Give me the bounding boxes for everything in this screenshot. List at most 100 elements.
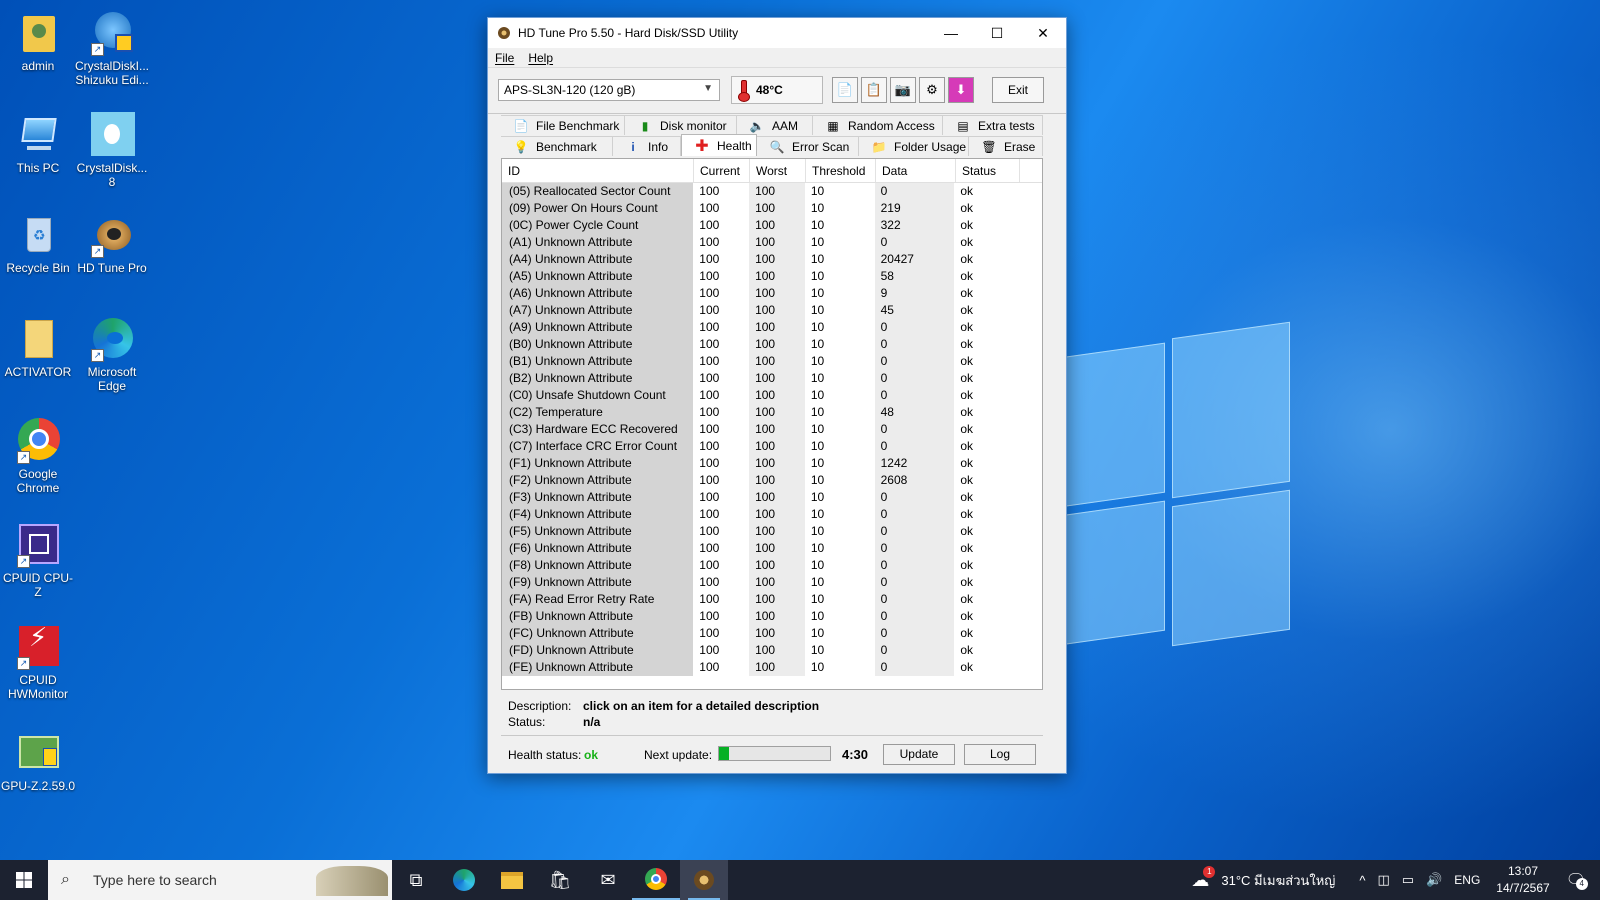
- table-row[interactable]: (A6) Unknown Attribute 100 100 10 9 ok: [502, 285, 1042, 302]
- cell-worst: 100: [749, 438, 805, 455]
- table-row[interactable]: (A9) Unknown Attribute 100 100 10 0 ok: [502, 319, 1042, 336]
- table-row[interactable]: (F4) Unknown Attribute 100 100 10 0 ok: [502, 506, 1042, 523]
- table-row[interactable]: (F3) Unknown Attribute 100 100 10 0 ok: [502, 489, 1042, 506]
- taskbar-mail-button[interactable]: ✉: [584, 860, 632, 900]
- table-row[interactable]: (A7) Unknown Attribute 100 100 10 45 ok: [502, 302, 1042, 319]
- table-row[interactable]: (A5) Unknown Attribute 100 100 10 58 ok: [502, 268, 1042, 285]
- maximize-button[interactable]: ☐: [974, 18, 1020, 48]
- minimize-button[interactable]: —: [928, 18, 974, 48]
- cell-threshold: 10: [810, 354, 825, 368]
- column-header-current[interactable]: Current: [694, 159, 750, 182]
- update-button[interactable]: Update: [883, 744, 955, 765]
- desktop-icon-cpuid-cpu-z[interactable]: ↗ CPUID CPU-Z: [0, 522, 76, 599]
- language-indicator[interactable]: ENG: [1454, 873, 1480, 887]
- column-header-threshold[interactable]: Threshold: [806, 159, 876, 182]
- tab-erase[interactable]: 🗑 Erase: [969, 136, 1043, 156]
- weather-text[interactable]: 31°C มีเมฆส่วนใหญ่: [1221, 870, 1335, 891]
- column-header-worst[interactable]: Worst: [750, 159, 806, 182]
- drive-select[interactable]: APS-SL3N-120 (120 gB) ▼: [498, 79, 720, 101]
- weather-cloud-icon[interactable]: ☁ 1: [1191, 865, 1216, 891]
- table-row[interactable]: (F8) Unknown Attribute 100 100 10 0 ok: [502, 557, 1042, 574]
- desktop-icon-activator[interactable]: ACTIVATOR: [0, 316, 76, 379]
- cell-current: 100: [699, 575, 720, 589]
- column-header-id[interactable]: ID: [502, 159, 694, 182]
- taskbar-chrome-button[interactable]: [632, 860, 680, 900]
- table-row[interactable]: (F5) Unknown Attribute 100 100 10 0 ok: [502, 523, 1042, 540]
- desktop-icon-this-pc[interactable]: This PC: [0, 112, 76, 175]
- taskbar-file-explorer-button[interactable]: [488, 860, 536, 900]
- desktop-icon-cpuid-hwmonitor[interactable]: ⚡ ↗ CPUID HWMonitor: [0, 624, 76, 701]
- meet-now-icon[interactable]: ◫: [1378, 872, 1390, 888]
- desktop-icon-crystaldiskinfo-shizuku[interactable]: ↗ CrystalDiskI... Shizuku Edi...: [74, 10, 150, 87]
- hd-tune-icon: [694, 870, 714, 890]
- tab-disk-monitor[interactable]: ▮ Disk monitor: [625, 115, 737, 135]
- clock[interactable]: 13:07 14/7/2567: [1496, 863, 1549, 897]
- table-row[interactable]: (FD) Unknown Attribute 100 100 10 0 ok: [502, 642, 1042, 659]
- task-view-button[interactable]: ⧉: [392, 860, 440, 900]
- shortcut-arrow-icon: ↗: [91, 43, 104, 56]
- tab-extra-tests[interactable]: ▤ Extra tests: [943, 115, 1043, 135]
- chevron-up-icon[interactable]: ^: [1359, 873, 1365, 888]
- speaker-icon: 🔈: [749, 118, 765, 133]
- taskbar-edge-button[interactable]: [440, 860, 488, 900]
- tab-info[interactable]: i Info: [613, 136, 681, 156]
- desktop-icon-crystaldiskmark[interactable]: CrystalDisk... 8: [74, 112, 150, 189]
- table-row[interactable]: (F2) Unknown Attribute 100 100 10 2608 ok: [502, 472, 1042, 489]
- screenshot-button[interactable]: 📷: [890, 77, 916, 103]
- table-row[interactable]: (F9) Unknown Attribute 100 100 10 0 ok: [502, 574, 1042, 591]
- start-button[interactable]: [0, 860, 48, 900]
- column-header-status[interactable]: Status: [956, 159, 1020, 182]
- menu-file[interactable]: File: [495, 51, 514, 65]
- tab-error-scan[interactable]: 🔍 Error Scan: [757, 136, 859, 156]
- tab-benchmark[interactable]: 💡 Benchmark: [501, 136, 613, 156]
- save-button[interactable]: ⬇: [948, 77, 974, 103]
- taskbar-store-button[interactable]: 🛍: [536, 860, 584, 900]
- cell-id: (B1) Unknown Attribute: [502, 353, 694, 370]
- table-row[interactable]: (A1) Unknown Attribute 100 100 10 0 ok: [502, 234, 1042, 251]
- health-status-value: ok: [584, 748, 599, 762]
- table-row[interactable]: (FB) Unknown Attribute 100 100 10 0 ok: [502, 608, 1042, 625]
- taskbar-search-box[interactable]: ⌕ Type here to search: [48, 860, 392, 900]
- desktop-icon-gpu-z[interactable]: GPU-Z.2.59.0: [0, 730, 76, 793]
- tab-folder-usage[interactable]: 📁 Folder Usage: [859, 136, 969, 156]
- volume-icon[interactable]: 🔊: [1426, 872, 1442, 888]
- taskbar-hd-tune-button[interactable]: [680, 860, 728, 900]
- table-row[interactable]: (FA) Read Error Retry Rate 100 100 10 0 ok: [502, 591, 1042, 608]
- table-row[interactable]: (F1) Unknown Attribute 100 100 10 1242 ok: [502, 455, 1042, 472]
- close-button[interactable]: ✕: [1020, 18, 1066, 48]
- menu-help[interactable]: Help: [528, 51, 553, 65]
- table-row[interactable]: (B2) Unknown Attribute 100 100 10 0 ok: [502, 370, 1042, 387]
- table-row[interactable]: (05) Reallocated Sector Count 100 100 10 0 ok: [502, 183, 1042, 200]
- table-row[interactable]: (FC) Unknown Attribute 100 100 10 0 ok: [502, 625, 1042, 642]
- tab-aam[interactable]: 🔈 AAM: [737, 115, 813, 135]
- table-row[interactable]: (F6) Unknown Attribute 100 100 10 0 ok: [502, 540, 1042, 557]
- table-row[interactable]: (C3) Hardware ECC Recovered 100 100 10 0 ok: [502, 421, 1042, 438]
- table-row[interactable]: (FE) Unknown Attribute 100 100 10 0 ok: [502, 659, 1042, 676]
- copy-info-button[interactable]: 📋: [861, 77, 887, 103]
- column-header-data[interactable]: Data: [876, 159, 956, 182]
- tab-file-benchmark[interactable]: 📄 File Benchmark: [501, 115, 625, 135]
- network-icon[interactable]: ▭: [1402, 872, 1414, 888]
- desktop-icon-microsoft-edge[interactable]: ↗ Microsoft Edge: [74, 316, 150, 393]
- desktop-icon-recycle-bin[interactable]: ♻ Recycle Bin: [0, 212, 76, 275]
- table-row[interactable]: (B0) Unknown Attribute 100 100 10 0 ok: [502, 336, 1042, 353]
- desktop-icon-admin[interactable]: admin: [0, 10, 76, 73]
- table-row[interactable]: (C7) Interface CRC Error Count 100 100 10 0 o…: [502, 438, 1042, 455]
- cell-worst: 100: [749, 319, 805, 336]
- table-row[interactable]: (B1) Unknown Attribute 100 100 10 0 ok: [502, 353, 1042, 370]
- tab-health[interactable]: ✚ Health: [681, 134, 757, 156]
- chrome-icon: ↗: [15, 418, 61, 464]
- options-button[interactable]: ⚙: [919, 77, 945, 103]
- copy-text-button[interactable]: 📄: [832, 77, 858, 103]
- table-row[interactable]: (0C) Power Cycle Count 100 100 10 322 ok: [502, 217, 1042, 234]
- table-row[interactable]: (C2) Temperature 100 100 10 48 ok: [502, 404, 1042, 421]
- table-row[interactable]: (09) Power On Hours Count 100 100 10 219 ok: [502, 200, 1042, 217]
- tab-random-access[interactable]: ▦ Random Access: [813, 115, 943, 135]
- desktop-icon-google-chrome[interactable]: ↗ Google Chrome: [0, 418, 76, 495]
- log-button[interactable]: Log: [964, 744, 1036, 765]
- table-row[interactable]: (C0) Unsafe Shutdown Count 100 100 10 0 ok: [502, 387, 1042, 404]
- notification-icon[interactable]: 🗨4: [1566, 870, 1588, 890]
- desktop-icon-hd-tune-pro[interactable]: ↗ HD Tune Pro: [74, 212, 150, 275]
- exit-button[interactable]: Exit: [992, 77, 1044, 103]
- table-row[interactable]: (A4) Unknown Attribute 100 100 10 20427 ok: [502, 251, 1042, 268]
